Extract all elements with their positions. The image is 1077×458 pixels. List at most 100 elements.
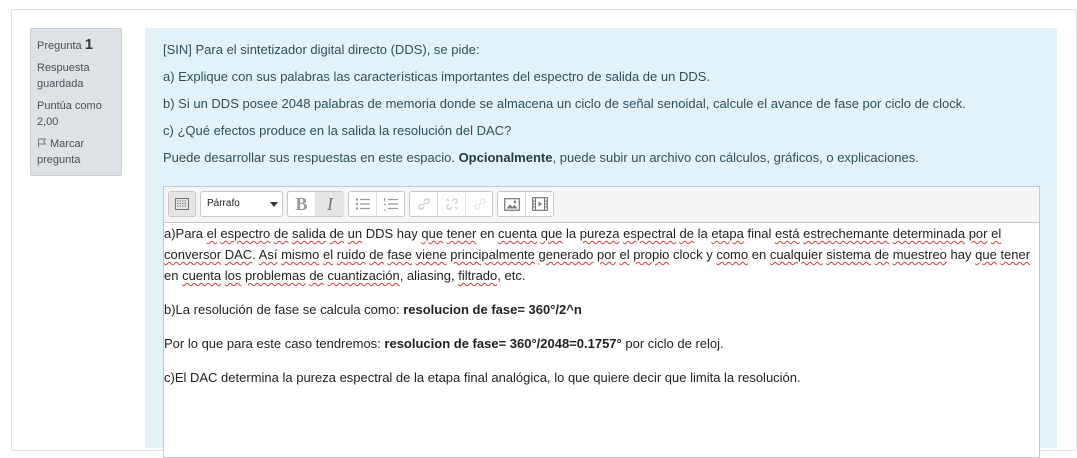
- spellcheck-word: determinada: [892, 226, 966, 241]
- toolbar-group-text: B I: [287, 191, 344, 217]
- spellcheck-word: que: [540, 226, 563, 241]
- question-content: [SIN] Para el sintetizador digital direc…: [145, 28, 1057, 458]
- answer-text: hay: [946, 247, 976, 262]
- answer-text: , aliasing,: [399, 268, 459, 283]
- toolbar-group-media: [497, 191, 554, 217]
- bullet-list-icon[interactable]: [349, 192, 377, 216]
- question-grade: Puntúa como 2,00: [37, 98, 115, 130]
- question-line-5: Puede desarrollar sus respuestas en este…: [163, 150, 919, 165]
- spellcheck-word: el: [991, 226, 1002, 241]
- question-label: Pregunta: [37, 40, 82, 52]
- answer-text: a)Para: [164, 226, 207, 241]
- spellcheck-word: los: [224, 268, 242, 283]
- bold-phrase-2: resolucion de fase: [384, 336, 499, 351]
- show-more-icon[interactable]: [169, 192, 195, 216]
- question-line-1: [SIN] Para el sintetizador digital direc…: [163, 42, 480, 57]
- spellcheck-word: tener: [1000, 247, 1031, 262]
- answer-text: , etc.: [497, 268, 526, 283]
- image-icon[interactable]: [498, 192, 526, 216]
- spellcheck-word: filtrado: [458, 268, 498, 283]
- spellcheck-word: por: [597, 247, 616, 262]
- answer-paragraph-a: a)Para el espectro de salida de un DDS h…: [164, 223, 1035, 286]
- spellcheck-word: de: [369, 247, 384, 262]
- spellcheck-word: como: [716, 247, 749, 262]
- state-line-1: Respuesta: [37, 62, 90, 74]
- question-info-panel: Pregunta 1 Respuesta guardada Puntúa com…: [30, 28, 122, 176]
- question-state: Respuesta guardada: [37, 60, 115, 92]
- spellcheck-word: el: [619, 247, 630, 262]
- question-number: Pregunta 1: [37, 37, 115, 54]
- answer-text: en: [164, 268, 183, 283]
- spellcheck-word: el: [206, 226, 217, 241]
- spellcheck-word: conversor: [164, 247, 222, 262]
- question-line-4: c) ¿Qué efectos produce en la salida la …: [163, 123, 512, 138]
- spellcheck-word: ruido: [336, 247, 366, 262]
- spellcheck-word: cuantización: [327, 268, 400, 283]
- answer-text: final: [743, 226, 775, 241]
- spellcheck-word: el: [323, 247, 334, 262]
- answer-paragraph-calc: Por lo que para este caso tendremos: res…: [164, 336, 724, 351]
- spellcheck-word: que: [421, 226, 444, 241]
- spellcheck-word: de: [273, 226, 289, 241]
- format-select-value: Párrafo: [207, 198, 240, 209]
- toolbar-group-1: [168, 191, 196, 217]
- answer-paragraph-c: c)El DAC determina la pureza espectral d…: [164, 370, 801, 385]
- spellcheck-word: muestreo: [892, 247, 947, 262]
- anchor-icon[interactable]: [466, 192, 494, 216]
- toolbar-group-lists: [348, 191, 405, 217]
- flag-line-2: pregunta: [37, 154, 81, 166]
- spellcheck-word: etapa: [711, 226, 744, 241]
- spellcheck-word: salida: [291, 226, 326, 241]
- flag-icon: [38, 138, 47, 148]
- question-line-2: a) Explique con sus palabras las caracte…: [163, 69, 711, 84]
- spellcheck-word: fase: [387, 247, 412, 262]
- spellcheck-word: de: [679, 226, 694, 241]
- format-select[interactable]: Párrafo: [200, 191, 283, 217]
- bold-icon[interactable]: B: [288, 192, 316, 216]
- answer-text: la: [562, 226, 580, 241]
- answer-text: la: [693, 226, 712, 241]
- spellcheck-word: problemas: [245, 268, 306, 283]
- optional-bold: Opcionalmente: [458, 150, 553, 165]
- bold-phrase: resolucion de fase: [403, 302, 518, 317]
- editor-toolbar: Párrafo B I: [164, 187, 1039, 223]
- spellcheck-word: cualquier: [769, 247, 823, 262]
- spellcheck-word: de: [309, 268, 324, 283]
- spellcheck-word: tener: [446, 226, 477, 241]
- flag-question-link[interactable]: Marcar pregunta: [37, 136, 115, 168]
- spellcheck-word: de: [329, 226, 345, 241]
- editor-content[interactable]: a)Para el espectro de salida de un DDS h…: [164, 223, 1039, 401]
- spellcheck-word: propio: [633, 247, 670, 262]
- spellcheck-word: cuenta: [498, 226, 538, 241]
- media-icon[interactable]: [526, 192, 554, 216]
- spellcheck-word: pureza: [579, 226, 620, 241]
- chevron-down-icon: [270, 202, 278, 207]
- toolbar-group-links: [409, 191, 493, 217]
- spellcheck-word: DAC: [224, 247, 253, 262]
- answer-text: clock y: [669, 247, 717, 262]
- spellcheck-word: estrechemante: [803, 226, 890, 241]
- grade-line-2: 2,00: [37, 116, 59, 128]
- question-number-value: 1: [84, 36, 94, 53]
- unlink-icon[interactable]: [438, 192, 466, 216]
- question-text: [SIN] Para el sintetizador digital direc…: [163, 41, 966, 176]
- bold-formula: = 360°/2^n: [517, 302, 582, 317]
- link-icon[interactable]: [410, 192, 438, 216]
- spellcheck-word: que: [975, 247, 997, 262]
- numbered-list-icon[interactable]: [377, 192, 405, 216]
- answer-paragraph-b: b)La resolución de fase se calcula como:…: [164, 302, 582, 317]
- spellcheck-word: espectral: [623, 226, 676, 241]
- spellcheck-word: viene: [415, 247, 447, 262]
- spellcheck-word: está: [774, 226, 800, 241]
- spellcheck-word: un: [347, 226, 363, 241]
- spellcheck-word: por: [968, 226, 988, 241]
- italic-icon[interactable]: I: [316, 192, 344, 216]
- grade-line-1: Puntúa como: [37, 100, 102, 112]
- question-line-3: b) Si un DDS posee 2048 palabras de memo…: [163, 96, 966, 111]
- answer-text: en: [476, 226, 499, 241]
- answer-editor[interactable]: Párrafo B I a)Para el espectro de salida…: [163, 186, 1040, 458]
- answer-text: DDS hay: [362, 226, 422, 241]
- spellcheck-word: de: [874, 247, 890, 262]
- spellcheck-word: generado: [538, 247, 594, 262]
- flag-line-1: Marcar: [50, 138, 85, 150]
